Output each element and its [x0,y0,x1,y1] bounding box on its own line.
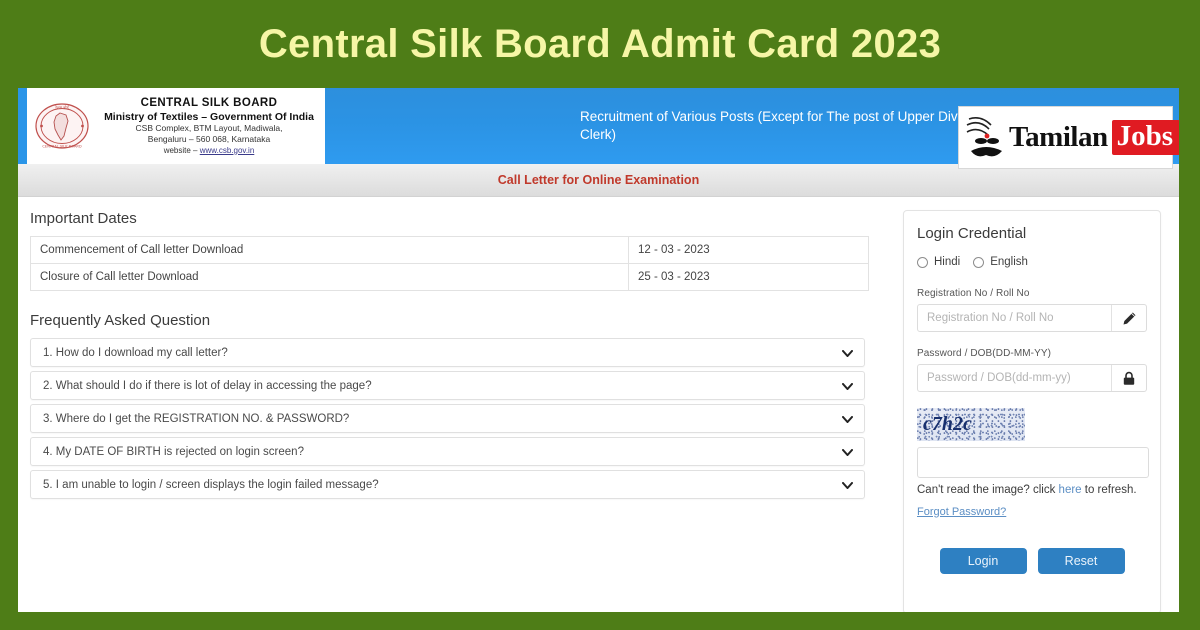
captcha-image: c7h2c [917,408,1025,441]
language-selector: Hindi English [917,256,1147,268]
screenshot-frame: रेशम बोर्ड CENTRAL SILK BOARD CENTRAL SI… [18,88,1179,612]
forgot-password-link[interactable]: Forgot Password? [917,506,1006,518]
refresh-prefix: Can't read the image? click [917,484,1059,496]
login-button[interactable]: Login [939,547,1027,574]
org-address-line-1: CSB Complex, BTM Layout, Madiwala, [135,123,283,134]
reset-button[interactable]: Reset [1037,547,1125,574]
date-label: Commencement of Call letter Download [30,236,629,264]
left-column: Important Dates Commencement of Call let… [30,210,885,612]
tamilan-jobs-brand-secondary: Jobs [1111,120,1179,155]
date-value: 12 - 03 - 2023 [628,236,869,264]
faq-item[interactable]: 2. What should I do if there is lot of d… [30,371,865,400]
faq-item-label: 3. Where do I get the REGISTRATION NO. &… [43,412,350,425]
radio-icon[interactable] [973,256,985,268]
important-dates-table: Commencement of Call letter Download 12 … [30,236,869,291]
faq-item-label: 1. How do I download my call letter? [43,346,228,359]
chevron-down-icon[interactable] [842,413,853,425]
password-field-label: Password / DOB(DD-MM-YY) [917,348,1052,359]
tamilan-face-icon [966,116,1002,156]
language-label: English [990,256,1028,268]
radio-icon[interactable] [917,256,928,268]
table-row: Commencement of Call letter Download 12 … [30,236,869,264]
org-website-row: website – www.csb.gov.in [93,146,325,155]
captcha-refresh-note: Can't read the image? click here to refr… [917,483,1147,499]
tamilan-jobs-watermark: Tamilan Jobs [958,106,1179,169]
faq-heading: Frequently Asked Question [30,312,211,329]
org-address-line-2: Bengaluru – 560 068, Karnataka [147,134,271,145]
faq-item[interactable]: 3. Where do I get the REGISTRATION NO. &… [30,404,865,433]
svg-text:रेशम बोर्ड: रेशम बोर्ड [55,105,70,110]
organization-text: CENTRAL SILK BOARD Ministry of Textiles … [91,97,325,155]
recruitment-text: Recruitment of Various Posts (Except for… [580,108,986,142]
page-title: Central Silk Board Admit Card 2023 [258,21,942,66]
org-website-prefix: website – [163,145,200,155]
date-label: Closure of Call letter Download [30,263,629,291]
login-button-row: Login Reset [917,542,1147,574]
right-column: Login Credential Hindi English Registrat… [885,210,1165,612]
page-body: Important Dates Commencement of Call let… [18,197,1179,612]
tamilan-jobs-brand-primary: Tamilan [1009,121,1108,153]
captcha-refresh-link[interactable]: here [1059,484,1082,496]
language-radio-english[interactable]: English [973,256,1028,268]
faq-item-label: 2. What should I do if there is lot of d… [43,379,372,392]
org-name: CENTRAL SILK BOARD [140,97,278,109]
org-website-link[interactable]: www.csb.gov.in [200,146,255,155]
password-input-row[interactable]: Password / DOB(dd-mm-yy) [917,364,1147,392]
lock-icon[interactable] [1111,365,1146,391]
important-dates-heading: Important Dates [30,210,137,227]
organization-block: रेशम बोर्ड CENTRAL SILK BOARD CENTRAL SI… [27,88,325,164]
login-panel-title: Login Credential [917,225,1027,242]
chevron-down-icon[interactable] [842,347,853,359]
org-ministry: Ministry of Textiles – Government Of Ind… [104,111,314,124]
call-letter-text: Call Letter for Online Examination [497,173,700,187]
refresh-suffix: to refresh. [1081,484,1137,496]
central-silk-board-emblem-icon: रेशम बोर्ड CENTRAL SILK BOARD [33,100,91,152]
faq-item-label: 4. My DATE OF BIRTH is rejected on login… [43,445,304,458]
captcha-text: c7h2c [923,413,972,435]
chevron-down-icon[interactable] [842,446,853,458]
chevron-down-icon[interactable] [842,479,853,491]
password-input[interactable]: Password / DOB(dd-mm-yy) [918,365,1111,391]
captcha-input[interactable] [917,447,1149,478]
faq-item-label: 5. I am unable to login / screen display… [43,478,379,491]
table-row: Closure of Call letter Download 25 - 03 … [30,263,869,291]
language-radio-hindi[interactable]: Hindi [917,256,960,268]
pencil-icon[interactable] [1111,305,1146,331]
date-value: 25 - 03 - 2023 [628,263,869,291]
login-panel: Login Credential Hindi English Registrat… [903,210,1161,612]
header-left-accent-bar [18,88,27,164]
registration-input[interactable]: Registration No / Roll No [918,305,1111,331]
language-label: Hindi [934,256,961,268]
registration-field-label: Registration No / Roll No [917,288,1030,299]
svg-text:CENTRAL SILK BOARD: CENTRAL SILK BOARD [42,145,82,149]
registration-input-row[interactable]: Registration No / Roll No [917,304,1147,332]
faq-item[interactable]: 1. How do I download my call letter? [30,338,865,367]
faq-item[interactable]: 4. My DATE OF BIRTH is rejected on login… [30,437,865,466]
chevron-down-icon[interactable] [842,380,853,392]
faq-item[interactable]: 5. I am unable to login / screen display… [30,470,865,499]
page-banner: Central Silk Board Admit Card 2023 [0,0,1200,88]
